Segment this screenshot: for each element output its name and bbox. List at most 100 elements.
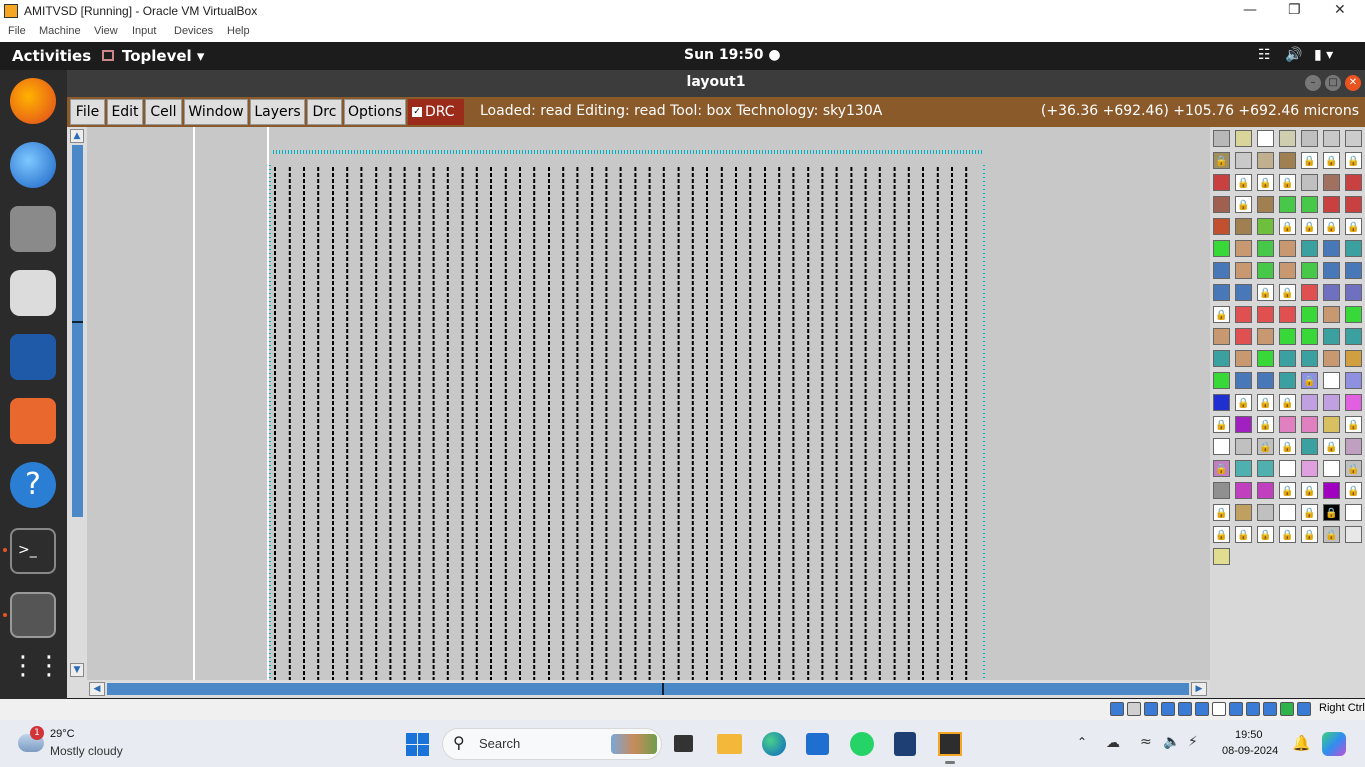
recording-icon[interactable]: [1246, 702, 1260, 716]
layer-swatch[interactable]: [1213, 262, 1230, 279]
layer-swatch[interactable]: [1301, 328, 1318, 345]
activities-button[interactable]: Activities: [12, 47, 91, 65]
layer-swatch[interactable]: [1301, 196, 1318, 213]
layer-swatch-locked[interactable]: 🔒: [1279, 218, 1296, 235]
layer-swatch[interactable]: [1345, 438, 1362, 455]
layer-swatch-locked[interactable]: 🔒: [1279, 438, 1296, 455]
layer-swatch[interactable]: [1345, 196, 1362, 213]
layer-swatch-locked[interactable]: 🔒: [1235, 394, 1252, 411]
layer-swatch[interactable]: [1257, 350, 1274, 367]
layer-swatch-locked[interactable]: 🔒: [1301, 218, 1318, 235]
layer-swatch[interactable]: [1345, 174, 1362, 191]
scroll-left-arrow-icon[interactable]: ◀: [89, 682, 105, 696]
optical-drive-icon[interactable]: [1127, 702, 1141, 716]
taskbar-date[interactable]: 08-09-2024: [1222, 745, 1278, 757]
thunderbird-icon[interactable]: [10, 142, 56, 188]
layer-swatch[interactable]: [1323, 306, 1340, 323]
layer-swatch-locked[interactable]: 🔒: [1213, 306, 1230, 323]
layer-swatch[interactable]: [1279, 416, 1296, 433]
mouse-integration-icon[interactable]: [1280, 702, 1294, 716]
taskbar-search-box[interactable]: ⚲ Search: [442, 728, 662, 760]
layer-swatch[interactable]: [1323, 328, 1340, 345]
layer-swatch[interactable]: [1213, 130, 1230, 147]
layer-swatch[interactable]: [1235, 438, 1252, 455]
layer-swatch-locked[interactable]: 🔒: [1279, 526, 1296, 543]
wifi-icon[interactable]: ≈: [1140, 734, 1152, 750]
layer-swatch[interactable]: [1345, 526, 1362, 543]
layer-swatch-locked[interactable]: 🔒: [1257, 438, 1274, 455]
magic-menu-window[interactable]: Window: [184, 99, 248, 125]
horizontal-scrollbar[interactable]: ◀ ▶: [67, 680, 1210, 698]
layer-swatch-locked[interactable]: 🔒: [1345, 218, 1362, 235]
layer-swatch[interactable]: [1235, 504, 1252, 521]
layer-swatch[interactable]: [1323, 262, 1340, 279]
network-icon[interactable]: ☷: [1258, 47, 1271, 63]
vertical-scroll-thumb[interactable]: [72, 145, 83, 517]
layer-swatch-locked[interactable]: 🔒: [1213, 526, 1230, 543]
layer-swatch-locked[interactable]: 🔒: [1213, 504, 1230, 521]
layer-swatch[interactable]: [1323, 284, 1340, 301]
layer-swatch[interactable]: [1213, 328, 1230, 345]
edge-icon[interactable]: [762, 732, 786, 756]
hard-disk-icon[interactable]: [1110, 702, 1124, 716]
layer-swatch-locked[interactable]: 🔒: [1301, 526, 1318, 543]
layer-swatch[interactable]: [1279, 460, 1296, 477]
magic-menu-file[interactable]: File: [70, 99, 105, 125]
vbox-menu-devices[interactable]: Devices: [174, 25, 213, 37]
layer-swatch[interactable]: [1301, 174, 1318, 191]
layer-swatch[interactable]: [1257, 460, 1274, 477]
layer-swatch[interactable]: [1279, 504, 1296, 521]
layer-swatch[interactable]: [1235, 328, 1252, 345]
layer-swatch[interactable]: [1213, 240, 1230, 257]
layer-swatch[interactable]: [1301, 262, 1318, 279]
minimize-icon[interactable]: –: [1305, 75, 1321, 91]
layer-swatch[interactable]: [1235, 130, 1252, 147]
layer-swatch[interactable]: [1257, 306, 1274, 323]
layer-swatch[interactable]: [1279, 328, 1296, 345]
layer-swatch-locked[interactable]: 🔒: [1279, 394, 1296, 411]
layer-swatch-locked[interactable]: 🔒: [1213, 416, 1230, 433]
layer-swatch[interactable]: [1213, 372, 1230, 389]
usb-icon[interactable]: [1178, 702, 1192, 716]
layer-swatch[interactable]: [1257, 504, 1274, 521]
magic-menu-layers[interactable]: Layers: [250, 99, 305, 125]
layer-swatch-locked[interactable]: 🔒: [1279, 482, 1296, 499]
volume-icon[interactable]: 🔊: [1285, 47, 1302, 63]
layer-swatch-locked[interactable]: 🔒: [1235, 196, 1252, 213]
shared-folder-icon[interactable]: [1195, 702, 1209, 716]
copilot-icon[interactable]: [1322, 732, 1346, 756]
layer-swatch[interactable]: [1279, 350, 1296, 367]
help-icon[interactable]: ?: [10, 462, 56, 508]
layer-swatch-locked[interactable]: 🔒: [1301, 504, 1318, 521]
layer-swatch[interactable]: [1235, 460, 1252, 477]
speaker-icon[interactable]: 🔈: [1163, 734, 1180, 750]
layer-swatch[interactable]: [1301, 306, 1318, 323]
layer-swatch[interactable]: [1279, 130, 1296, 147]
layer-swatch-locked[interactable]: 🔒: [1213, 460, 1230, 477]
software-center-icon[interactable]: [10, 398, 56, 444]
layer-swatch[interactable]: [1279, 262, 1296, 279]
layer-swatch[interactable]: [1301, 460, 1318, 477]
drc-toggle[interactable]: ✓ DRC: [408, 99, 464, 125]
layer-swatch[interactable]: [1257, 372, 1274, 389]
layer-swatch[interactable]: [1323, 130, 1340, 147]
layer-swatch[interactable]: [1257, 196, 1274, 213]
layer-swatch[interactable]: [1345, 306, 1362, 323]
layer-swatch-locked[interactable]: 🔒: [1279, 284, 1296, 301]
layer-swatch[interactable]: [1345, 130, 1362, 147]
chevron-up-icon[interactable]: ⌃: [1077, 735, 1087, 749]
layer-swatch[interactable]: [1301, 284, 1318, 301]
layer-swatch[interactable]: [1301, 350, 1318, 367]
layer-swatch[interactable]: [1301, 240, 1318, 257]
notification-bell-icon[interactable]: 🔔: [1292, 734, 1311, 752]
magic-menu-drc[interactable]: Drc: [307, 99, 342, 125]
layer-swatch-locked[interactable]: 🔒: [1235, 174, 1252, 191]
layer-swatch[interactable]: [1323, 416, 1340, 433]
layer-swatch[interactable]: [1257, 262, 1274, 279]
layer-swatch-locked[interactable]: 🔒: [1235, 526, 1252, 543]
layer-swatch[interactable]: [1235, 240, 1252, 257]
layer-swatch[interactable]: [1345, 262, 1362, 279]
layer-swatch[interactable]: [1301, 130, 1318, 147]
layer-swatch[interactable]: [1323, 240, 1340, 257]
layer-swatch-locked[interactable]: 🔒: [1213, 152, 1230, 169]
